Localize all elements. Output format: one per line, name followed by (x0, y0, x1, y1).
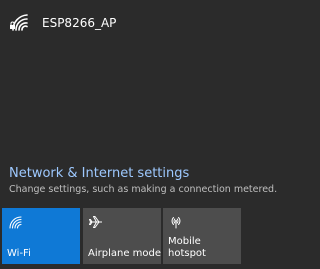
airplane-mode-tile[interactable]: Airplane mode (83, 208, 161, 264)
network-name: ESP8266_AP (42, 16, 117, 30)
mobile-hotspot-tile-label: Mobile hotspot (168, 236, 206, 259)
airplane-icon (89, 216, 102, 228)
wifi-icon (9, 216, 22, 229)
network-settings-link[interactable]: Network & Internet settings (9, 166, 189, 181)
network-flyout: ESP8266_AP Network & Internet settings C… (0, 0, 300, 269)
network-list-item[interactable]: ESP8266_AP (0, 0, 300, 46)
wifi-tile[interactable]: Wi-Fi (2, 208, 80, 264)
airplane-mode-tile-label: Airplane mode (88, 248, 162, 259)
wifi-tile-label: Wi-Fi (7, 248, 31, 259)
wifi-secured-icon (10, 14, 28, 31)
mobile-hotspot-tile[interactable]: Mobile hotspot (163, 208, 241, 264)
hotspot-icon (171, 217, 181, 229)
network-settings-description: Change settings, such as making a connec… (9, 184, 278, 195)
